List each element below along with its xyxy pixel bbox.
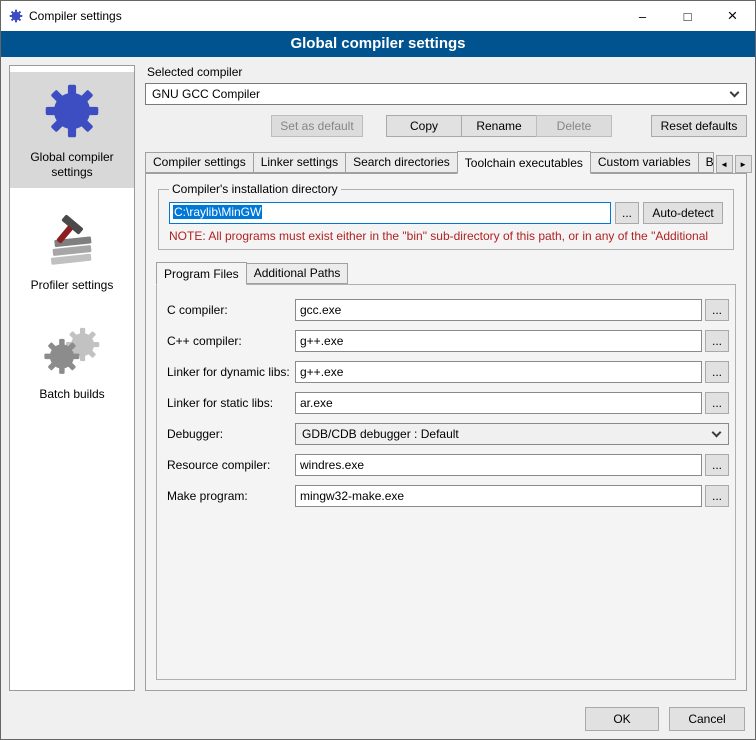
static-linker-browse-button[interactable]: ... bbox=[705, 392, 729, 414]
compiler-settings-window: Compiler settings – □ × Global compiler … bbox=[0, 0, 756, 740]
installation-directory-group: Compiler's installation directory C:\ray… bbox=[158, 182, 734, 250]
program-files-panel: C compiler: ... C++ compiler: ... Linker… bbox=[156, 284, 736, 680]
debugger-dropdown[interactable]: GDB/CDB debugger : Default bbox=[295, 423, 729, 445]
c-compiler-row: C compiler: ... bbox=[167, 299, 729, 321]
chevron-down-icon bbox=[730, 87, 740, 97]
installation-directory-row: C:\raylib\MinGW ... Auto-detect bbox=[169, 202, 723, 224]
sidebar-item-label: Batch builds bbox=[12, 387, 132, 402]
tab-scroll-right-button[interactable]: ► bbox=[735, 155, 752, 173]
tab-compiler-settings[interactable]: Compiler settings bbox=[145, 152, 254, 173]
make-program-label: Make program: bbox=[167, 489, 295, 503]
cancel-button[interactable]: Cancel bbox=[669, 707, 745, 731]
tab-build-options[interactable]: Buil bbox=[698, 152, 714, 173]
static-linker-input[interactable] bbox=[295, 392, 702, 414]
dialog-body: Global compiler settings Profiler settin… bbox=[1, 57, 755, 699]
sidebar-item-global-compiler-settings[interactable]: Global compiler settings bbox=[10, 72, 134, 188]
minimize-button[interactable]: – bbox=[620, 1, 665, 31]
tab-search-directories[interactable]: Search directories bbox=[345, 152, 458, 173]
sidebar-item-batch-builds[interactable]: Batch builds bbox=[10, 315, 134, 410]
tab-scroll-buttons: ◄ ► bbox=[714, 155, 752, 173]
selected-compiler-label: Selected compiler bbox=[147, 65, 747, 79]
cpp-compiler-browse-button[interactable]: ... bbox=[705, 330, 729, 352]
sidebar-item-label: Global compiler settings bbox=[12, 150, 132, 180]
set-as-default-button[interactable]: Set as default bbox=[271, 115, 363, 137]
debugger-label: Debugger: bbox=[167, 427, 295, 441]
debugger-value: GDB/CDB debugger : Default bbox=[302, 427, 713, 441]
c-compiler-label: C compiler: bbox=[167, 303, 295, 317]
make-program-input[interactable] bbox=[295, 485, 702, 507]
window-controls: – □ × bbox=[620, 1, 755, 31]
resource-compiler-label: Resource compiler: bbox=[167, 458, 295, 472]
settings-tabstrip: Compiler settings Linker settings Search… bbox=[145, 151, 747, 173]
batch-gears-icon bbox=[41, 325, 103, 377]
cpp-compiler-label: C++ compiler: bbox=[167, 334, 295, 348]
selected-compiler-dropdown[interactable]: GNU GCC Compiler bbox=[145, 83, 747, 105]
compiler-buttons-row: Set as default Copy Rename Delete Reset … bbox=[145, 115, 747, 137]
selected-compiler-value: GNU GCC Compiler bbox=[152, 87, 731, 101]
installation-directory-value: C:\raylib\MinGW bbox=[173, 205, 262, 219]
tab-custom-variables[interactable]: Custom variables bbox=[590, 152, 699, 173]
resource-compiler-row: Resource compiler: ... bbox=[167, 454, 729, 476]
close-button[interactable]: × bbox=[710, 1, 755, 31]
delete-button[interactable]: Delete bbox=[536, 115, 612, 137]
dialog-header: Global compiler settings bbox=[1, 31, 755, 57]
c-compiler-browse-button[interactable]: ... bbox=[705, 299, 729, 321]
installation-directory-input[interactable]: C:\raylib\MinGW bbox=[169, 202, 611, 224]
program-files-tabstrip: Program Files Additional Paths bbox=[156, 262, 736, 284]
dialog-footer: OK Cancel bbox=[1, 699, 755, 739]
debugger-row: Debugger: GDB/CDB debugger : Default bbox=[167, 423, 729, 445]
tab-linker-settings[interactable]: Linker settings bbox=[253, 152, 346, 173]
blue-gear-icon bbox=[43, 82, 101, 140]
subtab-additional-paths[interactable]: Additional Paths bbox=[246, 263, 349, 284]
reset-defaults-button[interactable]: Reset defaults bbox=[651, 115, 747, 137]
resource-compiler-browse-button[interactable]: ... bbox=[705, 454, 729, 476]
tab-scroll-left-button[interactable]: ◄ bbox=[716, 155, 733, 173]
resource-compiler-input[interactable] bbox=[295, 454, 702, 476]
sidebar-item-label: Profiler settings bbox=[12, 278, 132, 293]
static-linker-label: Linker for static libs: bbox=[167, 396, 295, 410]
dynamic-linker-label: Linker for dynamic libs: bbox=[167, 365, 295, 379]
cpp-compiler-input[interactable] bbox=[295, 330, 702, 352]
main-area: Selected compiler GNU GCC Compiler Set a… bbox=[145, 63, 747, 691]
toolchain-executables-panel: Compiler's installation directory C:\ray… bbox=[145, 173, 747, 691]
make-program-row: Make program: ... bbox=[167, 485, 729, 507]
auto-detect-button[interactable]: Auto-detect bbox=[643, 202, 723, 224]
installation-note: NOTE: All programs must exist either in … bbox=[169, 229, 725, 243]
dynamic-linker-row: Linker for dynamic libs: ... bbox=[167, 361, 729, 383]
static-linker-row: Linker for static libs: ... bbox=[167, 392, 729, 414]
installation-directory-browse-button[interactable]: ... bbox=[615, 202, 639, 224]
chevron-down-icon bbox=[712, 427, 722, 437]
installation-directory-group-title: Compiler's installation directory bbox=[169, 182, 341, 196]
ok-button[interactable]: OK bbox=[585, 707, 659, 731]
app-icon bbox=[9, 9, 23, 23]
sidebar: Global compiler settings Profiler settin… bbox=[9, 65, 135, 691]
make-program-browse-button[interactable]: ... bbox=[705, 485, 729, 507]
sidebar-item-profiler-settings[interactable]: Profiler settings bbox=[10, 202, 134, 301]
titlebar: Compiler settings – □ × bbox=[1, 1, 755, 31]
cpp-compiler-row: C++ compiler: ... bbox=[167, 330, 729, 352]
maximize-button[interactable]: □ bbox=[665, 1, 710, 31]
c-compiler-input[interactable] bbox=[295, 299, 702, 321]
dynamic-linker-input[interactable] bbox=[295, 361, 702, 383]
copy-button[interactable]: Copy bbox=[386, 115, 462, 137]
dynamic-linker-browse-button[interactable]: ... bbox=[705, 361, 729, 383]
window-title: Compiler settings bbox=[29, 9, 122, 23]
subtab-program-files[interactable]: Program Files bbox=[156, 262, 247, 285]
tab-toolchain-executables[interactable]: Toolchain executables bbox=[457, 151, 591, 174]
rename-button[interactable]: Rename bbox=[461, 115, 537, 137]
profiler-hammer-icon bbox=[44, 212, 100, 268]
